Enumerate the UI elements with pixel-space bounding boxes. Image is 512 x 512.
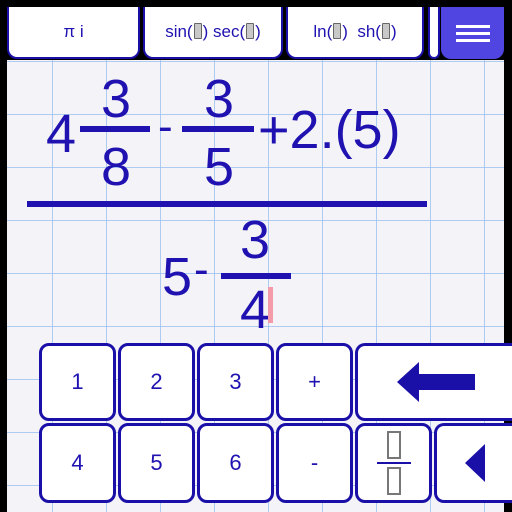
frac2-denominator: 5 bbox=[204, 137, 235, 197]
key-2[interactable]: 2 bbox=[118, 343, 195, 421]
placeholder-box-icon bbox=[246, 23, 255, 39]
placeholder-box-icon bbox=[381, 23, 390, 39]
tab-trig-functions[interactable]: sin() sec() bbox=[143, 7, 283, 59]
fraction-template-icon bbox=[376, 431, 411, 495]
menu-button[interactable] bbox=[441, 7, 504, 59]
denominator-minus: - bbox=[194, 245, 209, 294]
frac1-bar bbox=[80, 126, 150, 132]
frac2-numerator: 3 bbox=[204, 69, 235, 129]
frac1-numerator: 3 bbox=[101, 69, 132, 129]
numerator-rest: +2.(5) bbox=[258, 100, 401, 160]
tab-constants-label: π i bbox=[63, 22, 84, 41]
backspace-button[interactable] bbox=[355, 343, 512, 421]
main-fraction-bar bbox=[27, 201, 427, 207]
tab-more[interactable] bbox=[428, 7, 440, 59]
numerator-whole: 4 bbox=[46, 104, 77, 164]
frac1-denominator: 8 bbox=[101, 137, 132, 197]
key-5[interactable]: 5 bbox=[118, 423, 195, 503]
key-minus[interactable]: - bbox=[276, 423, 353, 503]
tab-trig-label: sin() sec() bbox=[165, 22, 261, 41]
hamburger-menu-icon bbox=[455, 24, 490, 28]
fraction-button[interactable] bbox=[355, 423, 432, 503]
placeholder-box-icon bbox=[333, 23, 342, 39]
minus-operator: - bbox=[158, 102, 173, 151]
placeholder-box-icon bbox=[193, 23, 202, 39]
key-1[interactable]: 1 bbox=[39, 343, 116, 421]
denominator-frac-numerator: 3 bbox=[240, 210, 271, 270]
tab-log-functions[interactable]: ln() sh() bbox=[286, 7, 424, 59]
function-toolbar: π i sin() sec() ln() sh() bbox=[0, 0, 512, 60]
key-plus[interactable]: + bbox=[276, 343, 353, 421]
key-6[interactable]: 6 bbox=[197, 423, 274, 503]
denominator-frac-bar bbox=[221, 273, 291, 279]
denominator-frac-denominator: 4 bbox=[240, 280, 271, 340]
key-4[interactable]: 4 bbox=[39, 423, 116, 503]
denominator-whole: 5 bbox=[162, 247, 193, 307]
text-cursor bbox=[268, 287, 273, 323]
backspace-arrow-icon bbox=[396, 362, 475, 402]
cursor-left-icon bbox=[464, 444, 485, 482]
frac2-bar bbox=[182, 126, 254, 132]
key-3[interactable]: 3 bbox=[197, 343, 274, 421]
cursor-left-button[interactable] bbox=[434, 423, 512, 503]
tab-log-label: ln() sh() bbox=[313, 22, 397, 41]
tab-constants[interactable]: π i bbox=[7, 7, 140, 59]
